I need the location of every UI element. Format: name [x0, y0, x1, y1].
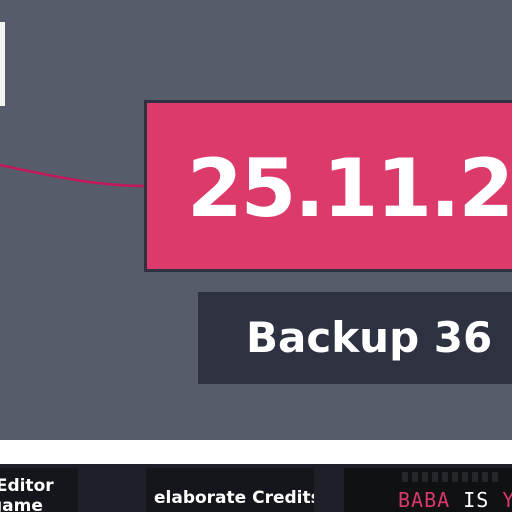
timeline-canvas[interactable]: 25.11.2019 Backup 36	[0, 0, 512, 440]
thumbnail-level-editor[interactable]: lEditor game	[0, 468, 78, 512]
thumbnail-title: lEditor game	[0, 476, 54, 512]
thumbnail-credits[interactable]: elaborate Credits	[146, 468, 314, 512]
divider	[0, 440, 512, 464]
backup-label: Backup 36	[246, 313, 493, 362]
thumbnail-pattern	[402, 472, 502, 482]
thumbnail-strip: lEditor game elaborate Credits BABA IS Y…	[0, 464, 512, 512]
date-node[interactable]: 25.11.2019	[144, 100, 512, 272]
baba-is-you-logo: BABA IS YOU	[398, 488, 512, 512]
date-label: 25.11.2019	[187, 142, 512, 235]
thumbnail-baba-is-you[interactable]: BABA IS YOU	[344, 468, 512, 512]
backup-node[interactable]: Backup 36	[198, 292, 512, 384]
thumbnail-title: elaborate Credits	[154, 488, 314, 508]
